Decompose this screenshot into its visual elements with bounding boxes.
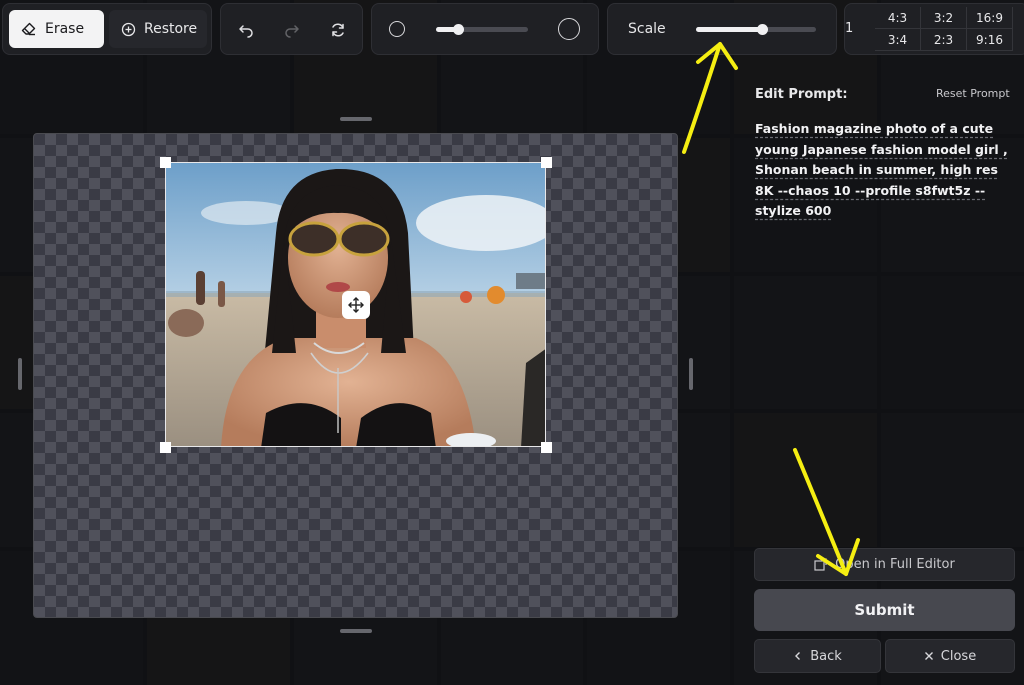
- reset-canvas-button[interactable]: [325, 17, 351, 43]
- canvas-resize-handle-right[interactable]: [689, 358, 693, 390]
- ratio-option-partial[interactable]: 1: [845, 21, 853, 36]
- refresh-icon: [330, 22, 346, 38]
- move-arrows-icon: [347, 296, 365, 314]
- ratio-option-2-3[interactable]: 2:3: [921, 29, 967, 51]
- undo-button[interactable]: [233, 17, 259, 43]
- prompt-text-editor[interactable]: Fashion magazine photo of a cute young J…: [755, 119, 1010, 222]
- resize-corner-top-left[interactable]: [160, 157, 171, 168]
- plus-circle-icon: [121, 22, 136, 37]
- history-group: [220, 3, 363, 55]
- brush-size-thumb[interactable]: [453, 24, 464, 35]
- brush-large-icon: [558, 18, 580, 40]
- mode-group: Erase Restore: [2, 3, 212, 55]
- reset-prompt-button[interactable]: Reset Prompt: [936, 87, 1010, 100]
- canvas-resize-handle-bottom[interactable]: [340, 629, 372, 633]
- restore-button[interactable]: Restore: [109, 10, 207, 48]
- external-window-icon: [814, 558, 827, 571]
- scale-group: Scale: [607, 3, 837, 55]
- move-handle[interactable]: [342, 291, 370, 319]
- resize-corner-bottom-right[interactable]: [541, 442, 552, 453]
- edit-prompt-title: Edit Prompt:: [755, 87, 848, 102]
- ratio-option-3-4[interactable]: 3:4: [875, 29, 921, 51]
- scale-label: Scale: [628, 21, 666, 37]
- close-button[interactable]: Close: [885, 639, 1015, 673]
- back-button[interactable]: Back: [754, 639, 881, 673]
- editor-toolbar: Erase Restore Scale 1 4:3 3:2 16:9 3:4 2…: [0, 3, 1024, 55]
- chevron-left-icon: [793, 651, 803, 661]
- erase-label: Erase: [45, 21, 85, 37]
- scale-slider[interactable]: [696, 24, 816, 35]
- open-full-editor-button[interactable]: Open in Full Editor: [754, 548, 1015, 581]
- close-icon: [924, 651, 934, 661]
- redo-button[interactable]: [279, 17, 305, 43]
- brush-small-icon: [389, 21, 405, 37]
- brush-size-slider[interactable]: [436, 24, 528, 35]
- ratio-option-9-16[interactable]: 9:16: [967, 29, 1013, 51]
- canvas-resize-handle-left[interactable]: [18, 358, 22, 390]
- restore-label: Restore: [144, 21, 198, 37]
- scale-fill: [696, 27, 762, 32]
- back-label: Back: [810, 648, 842, 664]
- ratio-option-3-2[interactable]: 3:2: [921, 7, 967, 29]
- close-label: Close: [940, 648, 977, 664]
- undo-icon: [238, 22, 254, 38]
- eraser-icon: [21, 21, 37, 37]
- aspect-ratio-group: 1 4:3 3:2 16:9 3:4 2:3 9:16: [844, 3, 1024, 55]
- resize-corner-bottom-left[interactable]: [160, 442, 171, 453]
- resize-corner-top-right[interactable]: [541, 157, 552, 168]
- open-full-editor-label: Open in Full Editor: [835, 557, 955, 572]
- ratio-grid: 4:3 3:2 16:9 3:4 2:3 9:16: [875, 7, 1013, 51]
- editor-canvas[interactable]: [33, 133, 678, 618]
- canvas-resize-handle-top[interactable]: [340, 117, 372, 121]
- ratio-option-16-9[interactable]: 16:9: [967, 7, 1013, 29]
- ratio-option-4-3[interactable]: 4:3: [875, 7, 921, 29]
- redo-icon: [284, 22, 300, 38]
- brush-size-group: [371, 3, 599, 55]
- scale-thumb[interactable]: [757, 24, 768, 35]
- submit-button[interactable]: Submit: [754, 589, 1015, 631]
- erase-button[interactable]: Erase: [9, 10, 104, 48]
